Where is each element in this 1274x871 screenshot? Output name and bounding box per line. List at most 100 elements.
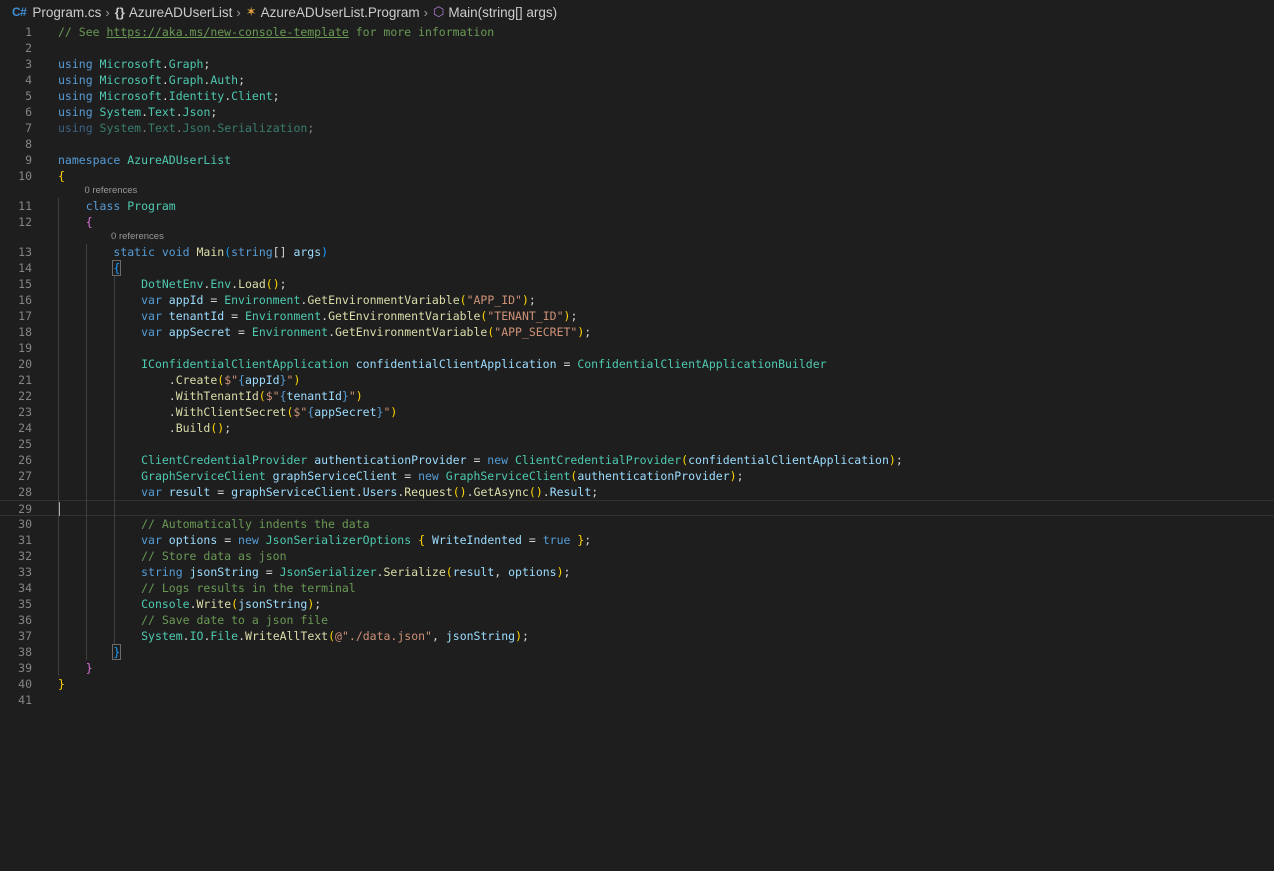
code-text: // Logs results in the terminal	[58, 580, 356, 596]
code-token: (	[445, 565, 453, 579]
code-text: class Program	[58, 198, 176, 214]
code-token: ;	[238, 73, 245, 87]
code-token: IO	[189, 629, 204, 643]
code-line[interactable]: 37 System.IO.File.WriteAllText(@"./data.…	[0, 628, 1274, 644]
code-line[interactable]: 17 var tenantId = Environment.GetEnviron…	[0, 308, 1274, 324]
line-number: 37	[18, 629, 32, 643]
code-line[interactable]: 7 using System.Text.Json.Serialization;	[0, 120, 1274, 136]
code-line[interactable]: 8	[0, 136, 1274, 152]
code-token: ()	[452, 485, 467, 499]
code-line[interactable]: 13 static void Main(string[] args)	[0, 244, 1274, 260]
line-number: 12	[18, 215, 32, 229]
code-token: ;	[570, 309, 578, 323]
code-line[interactable]: 4 using Microsoft.Graph.Auth;	[0, 72, 1274, 88]
code-text: using Microsoft.Graph;	[58, 56, 210, 72]
code-line[interactable]: 31 var options = new JsonSerializerOptio…	[0, 532, 1274, 548]
code-token: =	[521, 533, 543, 547]
code-line[interactable]: 40}	[0, 676, 1274, 692]
line-number: 28	[18, 485, 32, 499]
code-token: $"	[265, 389, 280, 403]
code-line[interactable]: 3 using Microsoft.Graph;	[0, 56, 1274, 72]
code-token: var	[141, 309, 169, 323]
code-text: var appSecret = Environment.GetEnvironme…	[58, 324, 591, 340]
code-text: // See https://aka.ms/new-console-templa…	[58, 24, 494, 40]
code-line[interactable]: 41	[0, 692, 1274, 708]
code-line[interactable]: 12 {	[0, 214, 1274, 230]
code-token: Microsoft	[99, 57, 162, 71]
code-token: jsonString	[189, 565, 259, 579]
code-line[interactable]: 10 {	[0, 168, 1274, 184]
code-token: =	[556, 357, 578, 371]
code-line[interactable]: 29	[0, 500, 1274, 516]
code-line[interactable]: 14 {	[0, 260, 1274, 276]
line-number: 31	[18, 533, 32, 547]
line-number: 1	[25, 25, 32, 39]
code-text: static void Main(string[] args)	[58, 244, 328, 260]
code-line[interactable]: 20 IConfidentialClientApplication confid…	[0, 356, 1274, 372]
code-line[interactable]: 36 // Save date to a json file	[0, 612, 1274, 628]
code-line[interactable]: 39 }	[0, 660, 1274, 676]
code-token: appSecret	[314, 405, 377, 419]
code-token: .	[189, 597, 197, 611]
code-token: using	[58, 105, 100, 119]
code-line[interactable]: 38 }	[0, 644, 1274, 660]
code-line[interactable]: 2	[0, 40, 1274, 56]
code-token: Graph	[168, 57, 204, 71]
codelens-label[interactable]: 0 references	[85, 184, 138, 198]
code-line[interactable]: 11 class Program	[0, 198, 1274, 214]
code-text: }	[58, 660, 93, 676]
code-line[interactable]: 25	[0, 436, 1274, 452]
code-token: Write	[196, 597, 232, 611]
code-line[interactable]: 18 var appSecret = Environment.GetEnviro…	[0, 324, 1274, 340]
code-line[interactable]: 6 using System.Text.Json;	[0, 104, 1274, 120]
code-token: using	[58, 121, 100, 135]
code-text: .WithClientSecret($"{appSecret}")	[58, 404, 398, 420]
code-line[interactable]: 32 // Store data as json	[0, 548, 1274, 564]
code-token: args	[293, 245, 322, 259]
code-token: WriteAllText	[245, 629, 329, 643]
code-token: (	[328, 629, 336, 643]
code-text: var appId = Environment.GetEnvironmentVa…	[58, 292, 536, 308]
code-line[interactable]: 19	[0, 340, 1274, 356]
code-line[interactable]: 33 string jsonString = JsonSerializer.Se…	[0, 564, 1274, 580]
line-number: 2	[25, 41, 32, 55]
code-line[interactable]: 35 Console.Write(jsonString);	[0, 596, 1274, 612]
code-line[interactable]: 22 .WithTenantId($"{tenantId}")	[0, 388, 1274, 404]
indent-guide	[113, 276, 115, 644]
codelens-label[interactable]: 0 references	[111, 230, 164, 244]
code-line[interactable]: 5 using Microsoft.Identity.Client;	[0, 88, 1274, 104]
code-token: for more information	[348, 25, 495, 39]
code-line[interactable]: 30 // Automatically indents the data	[0, 516, 1274, 532]
code-token: ;	[563, 565, 571, 579]
code-line[interactable]: 34 // Logs results in the terminal	[0, 580, 1274, 596]
code-token: )	[729, 469, 737, 483]
code-token: Build	[175, 421, 211, 435]
code-line[interactable]: 16 var appId = Environment.GetEnvironmen…	[0, 292, 1274, 308]
code-line[interactable]: 15 DotNetEnv.Env.Load();	[0, 276, 1274, 292]
code-line[interactable]: 21 .Create($"{appId}")	[0, 372, 1274, 388]
code-editor[interactable]: 1 // See https://aka.ms/new-console-templ…	[0, 0, 1274, 871]
code-token: // Store data as json	[141, 549, 287, 563]
code-token: Auth	[210, 73, 239, 87]
code-token: string	[141, 565, 190, 579]
code-line[interactable]: 27 GraphServiceClient graphServiceClient…	[0, 468, 1274, 484]
code-line[interactable]: 1 // See https://aka.ms/new-console-templ…	[0, 24, 1274, 40]
code-token: (	[459, 293, 467, 307]
code-token: var	[141, 293, 169, 307]
code-token: .	[542, 485, 550, 499]
codelens-references[interactable]: 0 references	[0, 230, 1274, 244]
code-line[interactable]: 28 var result = graphServiceClient.Users…	[0, 484, 1274, 500]
code-line[interactable]: 23 .WithClientSecret($"{appSecret}")	[0, 404, 1274, 420]
codelens-references[interactable]: 0 references	[0, 184, 1274, 198]
code-line[interactable]: 26 ClientCredentialProvider authenticati…	[0, 452, 1274, 468]
code-line[interactable]: 9 namespace AzureADUserList	[0, 152, 1274, 168]
code-line[interactable]: 24 .Build();	[0, 420, 1274, 436]
code-token: ;	[279, 277, 287, 291]
line-number: 36	[18, 613, 32, 627]
